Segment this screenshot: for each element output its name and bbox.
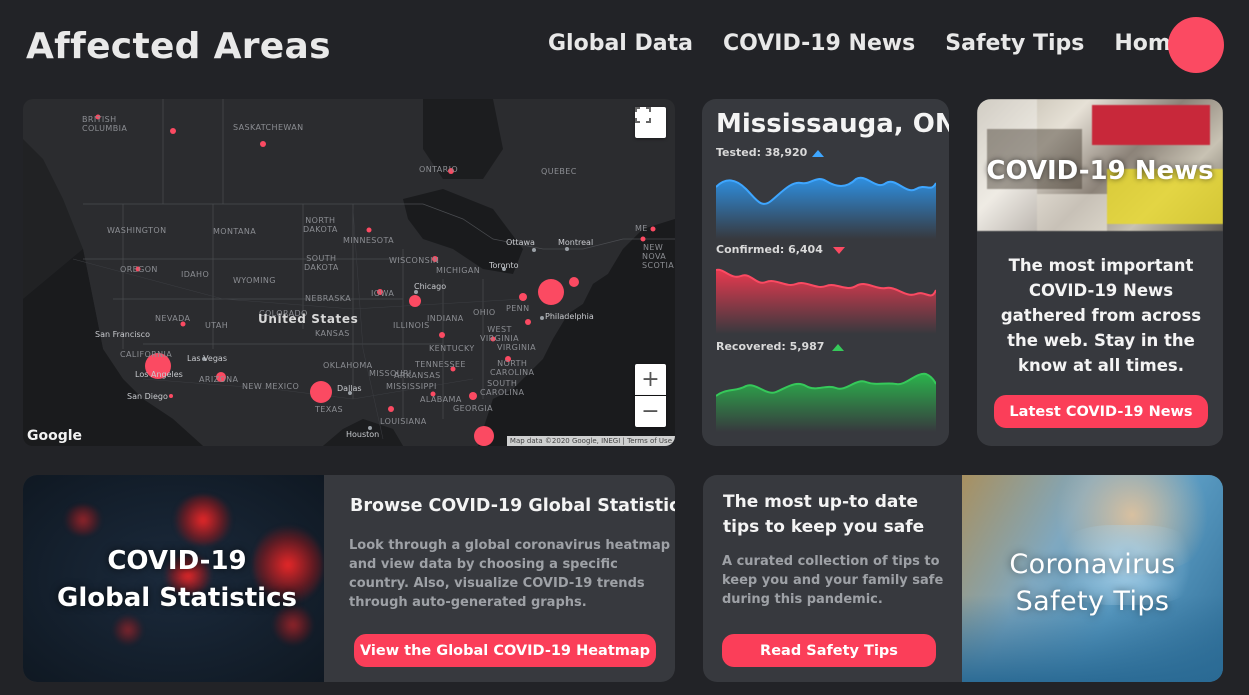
map-label-west-virginia: WEST VIRGINIA [480,325,519,343]
nav-safety-tips[interactable]: Safety Tips [945,31,1084,56]
map-label-california: CALIFORNIA [120,350,173,359]
map-label-louisiana: LOUISIANA [380,417,427,426]
map-label-arkansas: ARKANSAS [394,371,441,380]
map-label-country: United States [258,312,359,326]
avatar[interactable] [1168,17,1224,73]
map-label-georgia: GEORGIA [453,404,493,413]
trend-up-icon [832,343,845,351]
stats-location: Mississauga, ON [716,109,949,139]
map-attribution[interactable]: Map data ©2020 Google, INEGI | Terms of … [506,436,675,446]
map-label-arizona: ARIZONA [199,375,239,384]
map-city-san-diego: San Diego [127,392,168,401]
map-city-toronto: Toronto [489,261,519,270]
global-description: Look through a global coronavirus heatma… [349,538,671,610]
map-label-oklahoma: OKLAHOMA [323,361,373,370]
confirmed-sparkline [716,268,936,334]
recovered-sparkline [716,372,936,432]
global-image-title-line2: Global Statistics [57,583,297,613]
zoom-out-button[interactable]: − [635,396,666,427]
safety-image-title-line1: Coronavirus [1009,549,1176,580]
global-stats-card: COVID-19 Global Statistics Browse COVID-… [23,475,675,682]
news-card: COVID-19 News The most important COVID-1… [977,99,1223,446]
map-label-indiana: INDIANA [427,314,464,323]
map-label-south-carolina: SOUTH CAROLINA [480,379,525,397]
google-logo: Google [27,428,83,444]
map-city-houston: Houston [346,430,380,439]
stat-tested-label: Tested: 38,920 [716,146,808,159]
map-city-dallas: Dallas [337,384,362,393]
map-label-tennessee: TENNESSEE [415,360,466,369]
page-title: Affected Areas [26,26,331,67]
global-heading: Browse COVID-19 Global Statistics [350,496,675,516]
news-description: The most important COVID-19 News gathere… [1000,256,1202,375]
nav-global-data[interactable]: Global Data [548,31,693,56]
map-label-kentucky: KENTUCKY [429,344,475,353]
stat-tested: Tested: 38,920 [716,146,825,159]
map-label-pennsylvania: PENN [506,304,530,313]
safety-tips-card: The most up-to date tips to keep you saf… [703,475,1223,682]
map-label-south-dakota: SOUTH DAKOTA [304,254,339,272]
fullscreen-button[interactable] [635,107,666,138]
safety-image-title-line2: Safety Tips [1015,586,1170,617]
map-label-north-carolina: NORTH CAROLINA [490,359,535,377]
map-label-new-mexico: NEW MEXICO [242,382,300,391]
map-city-san-francisco: San Francisco [95,330,150,339]
global-image-title-line1: COVID-19 [107,546,247,576]
map-label-new-brunswick: NEW [643,243,664,252]
tested-sparkline [716,176,936,239]
map-label-alabama: ALABAMA [420,395,462,404]
top-nav: Global Data COVID-19 News Safety Tips Ho… [548,31,1186,56]
map-city-montreal: Montreal [558,238,594,247]
affected-areas-map[interactable]: BRITISH COLUMBIA SASKATCHEWAN ONTARIO QU… [23,99,675,446]
fullscreen-icon [635,107,651,123]
map-city-philadelphia: Philadelphia [545,312,594,321]
map-label-iowa: IOWA [371,289,395,298]
map-label-ohio: OHIO [473,308,496,317]
map-label-minnesota: MINNESOTA [343,236,394,245]
map-label-texas: TEXAS [315,405,343,414]
map-label-maine: ME [635,224,648,233]
map-label-mississippi: MISSISSIPPI [386,382,437,391]
map-city-los-angeles: Los Angeles [135,370,183,379]
map-label-north-dakota: NORTH DAKOTA [303,216,338,234]
map-label-nevada: NEVADA [155,314,191,323]
map-city-chicago: Chicago [414,282,447,291]
global-image-title: COVID-19 Global Statistics [23,543,331,617]
map-label-illinois: ILLINOIS [393,321,430,330]
stat-confirmed: Confirmed: 6,404 [716,243,845,256]
map-label-virginia: VIRGINIA [497,343,536,352]
local-stats-card: Mississauga, ON Tested: 38,920 Confirmed… [702,99,949,446]
safety-heading: The most up-to date tips to keep you saf… [723,492,925,537]
nav-covid-news[interactable]: COVID-19 News [723,31,915,56]
zoom-in-button[interactable]: + [635,364,666,395]
map-label-kansas: KANSAS [315,329,350,338]
map-label-michigan: MICHIGAN [436,266,481,275]
read-safety-tips-button[interactable]: Read Safety Tips [722,634,936,667]
map-label-montana: MONTANA [213,227,257,236]
safety-description: A curated collection of tips to keep you… [722,554,944,607]
latest-news-button[interactable]: Latest COVID-19 News [994,395,1208,428]
map-label-ontario: ONTARIO [419,165,459,174]
trend-down-icon [832,246,845,254]
news-image-title: COVID-19 News [986,156,1214,186]
map-label-wyoming: WYOMING [233,276,276,285]
map-city-las-vegas: Las Vegas [187,354,227,363]
map-city-ottawa: Ottawa [506,238,535,247]
map-label-nova-scotia: NOVA SCOTIA [642,252,675,270]
map-label-idaho: IDAHO [181,270,210,279]
stat-recovered-label: Recovered: 5,987 [716,340,825,353]
view-heatmap-button[interactable]: View the Global COVID-19 Heatmap [354,634,656,667]
map-label-saskatchewan: SASKATCHEWAN [233,123,304,132]
map-label-british-columbia: BRITISH COLUMBIA [82,115,128,133]
map-label-wisconsin: WISCONSIN [389,256,440,265]
map-label-quebec: QUEBEC [541,167,577,176]
stat-recovered: Recovered: 5,987 [716,340,845,353]
map-label-nebraska: NEBRASKA [305,294,352,303]
map-label-utah: UTAH [205,321,229,330]
safety-image-title: Coronavirus Safety Tips [962,546,1223,620]
trend-up-icon [812,149,825,157]
map-label-oregon: OREGON [120,265,158,274]
stat-confirmed-label: Confirmed: 6,404 [716,243,823,256]
map-label-washington: WASHINGTON [107,226,167,235]
